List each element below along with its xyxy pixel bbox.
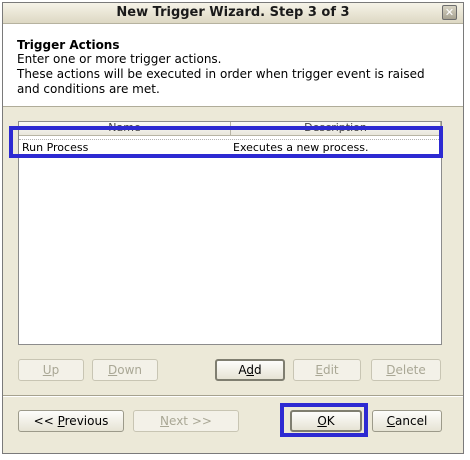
header-title: Trigger Actions (17, 38, 120, 52)
row-name-cell: Run Process (22, 141, 89, 154)
wizard-header: Trigger Actions Enter one or more trigge… (3, 24, 463, 107)
footer-separator (3, 395, 463, 397)
table-row[interactable]: Run Process Executes a new process. (19, 139, 441, 155)
add-button[interactable]: Add (215, 359, 285, 381)
title-bar[interactable]: New Trigger Wizard. Step 3 of 3 ✕ (3, 3, 463, 24)
column-header-name[interactable]: Name (19, 122, 231, 136)
down-button[interactable]: Down (92, 359, 158, 381)
edit-button[interactable]: Edit (293, 359, 361, 381)
ok-button[interactable]: OK (290, 410, 362, 432)
up-button[interactable]: Up (18, 359, 84, 381)
window-title: New Trigger Wizard. Step 3 of 3 (116, 5, 350, 20)
column-header-description[interactable]: Description (231, 122, 441, 136)
cancel-button[interactable]: Cancel (372, 410, 442, 432)
next-button[interactable]: Next >> (133, 410, 239, 432)
delete-button[interactable]: Delete (371, 359, 441, 381)
previous-button[interactable]: << Previous (18, 410, 124, 432)
header-description-line-2: These actions will be executed in order … (17, 67, 425, 81)
header-description-line-3: and conditions are met. (17, 82, 160, 96)
close-button[interactable]: ✕ (442, 5, 457, 20)
actions-table[interactable]: Name Description Run Process Executes a … (18, 121, 442, 345)
close-icon: ✕ (444, 6, 455, 19)
row-description-cell: Executes a new process. (233, 141, 369, 154)
header-description-line-1: Enter one or more trigger actions. (17, 52, 222, 66)
wizard-dialog: New Trigger Wizard. Step 3 of 3 ✕ Trigge… (2, 2, 464, 454)
